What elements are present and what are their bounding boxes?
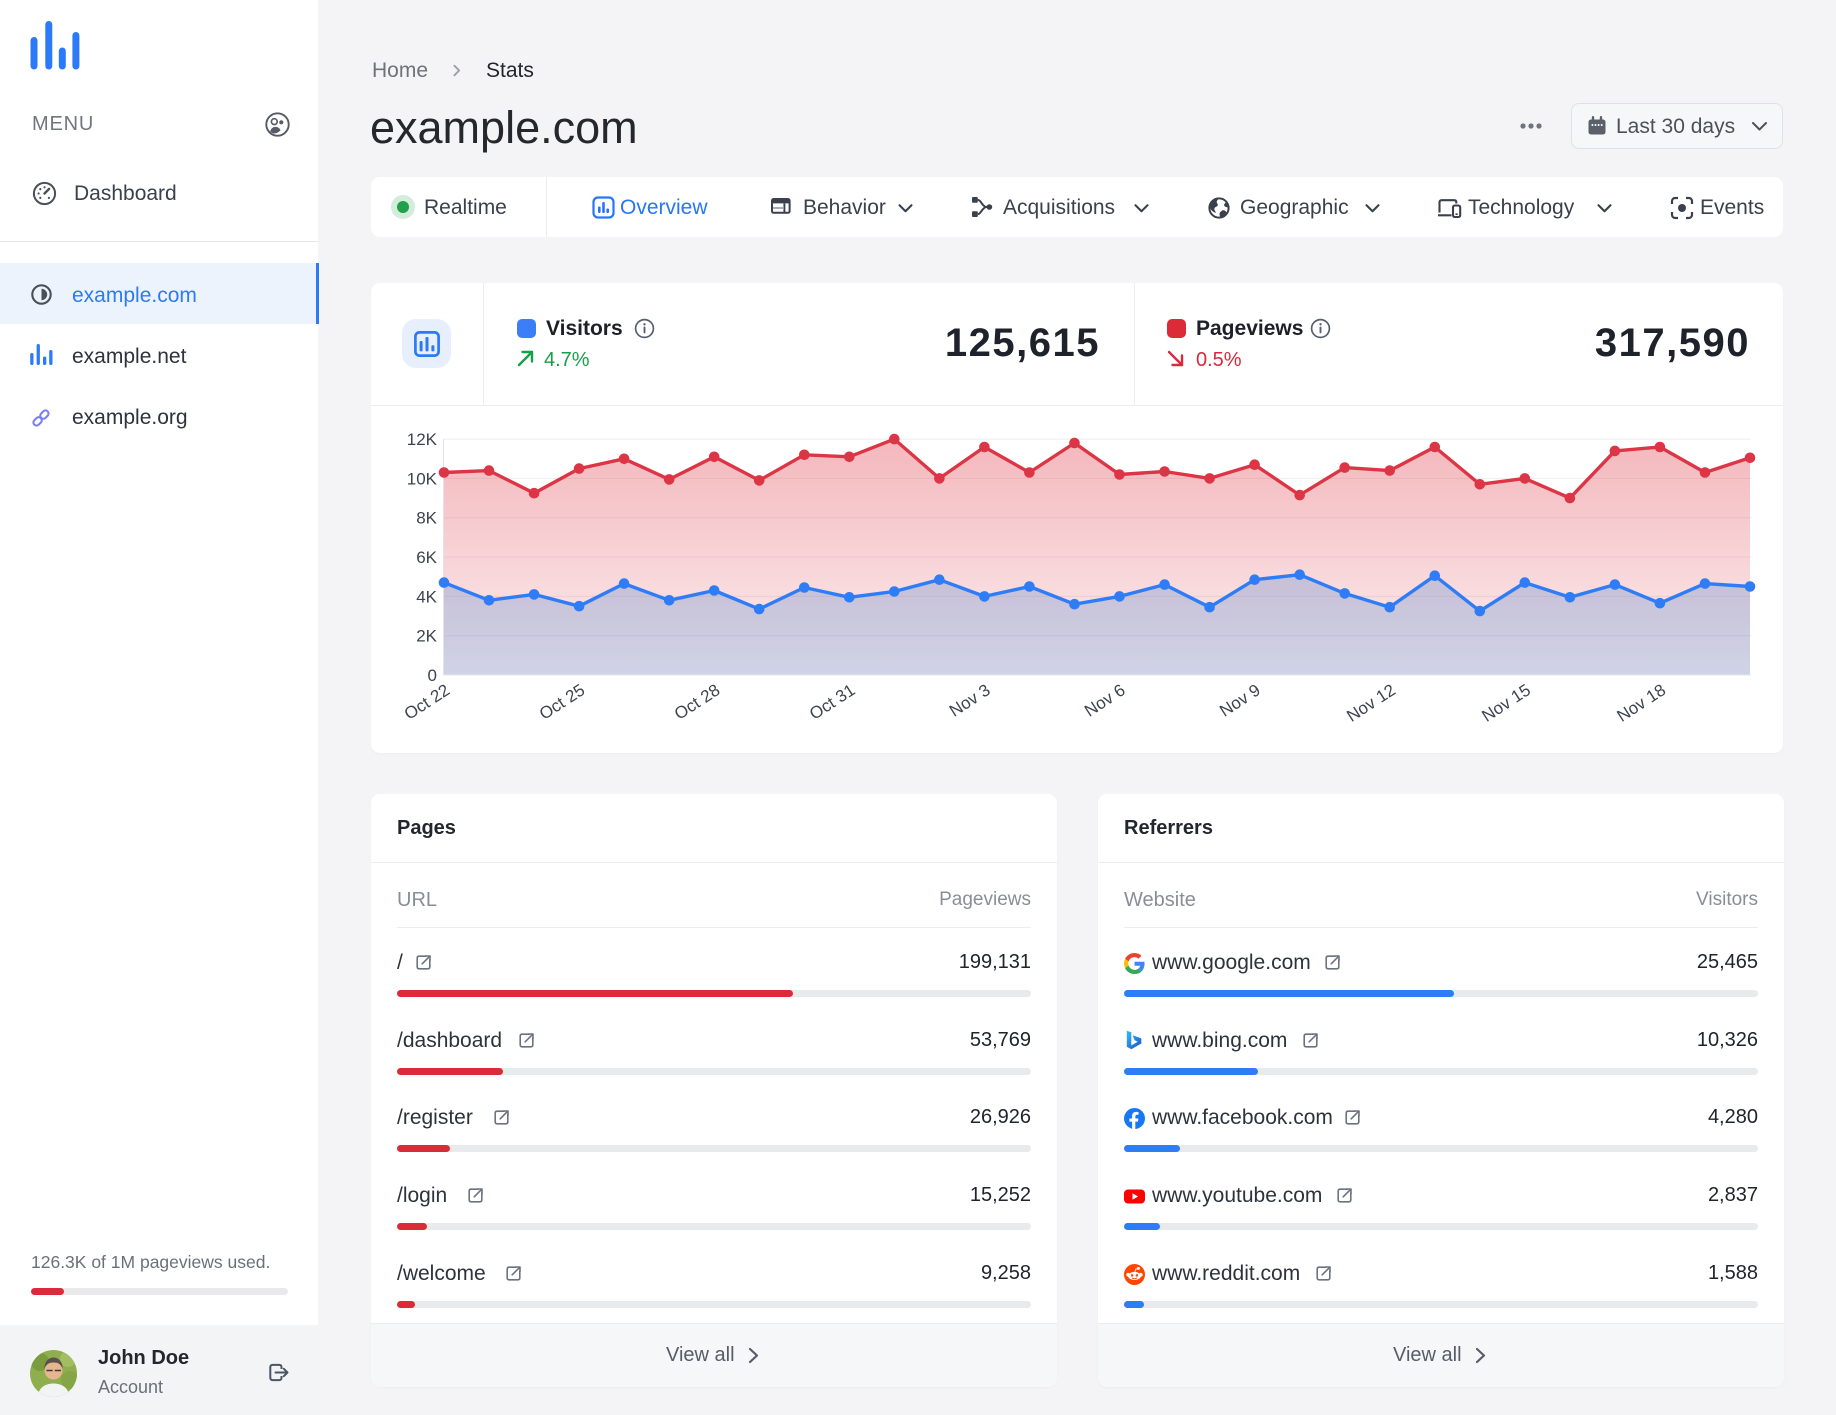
svg-text:Nov 12: Nov 12	[1343, 680, 1399, 725]
svg-text:Nov 6: Nov 6	[1081, 680, 1129, 720]
svg-text:8K: 8K	[416, 509, 437, 528]
svg-text:Oct 22: Oct 22	[401, 680, 453, 723]
svg-text:Nov 15: Nov 15	[1478, 680, 1534, 725]
svg-text:Oct 25: Oct 25	[536, 680, 588, 723]
svg-text:4K: 4K	[416, 587, 437, 606]
svg-text:Oct 28: Oct 28	[671, 680, 723, 723]
svg-text:12K: 12K	[407, 430, 438, 449]
svg-text:Nov 3: Nov 3	[946, 680, 994, 720]
svg-text:2K: 2K	[416, 627, 437, 646]
svg-text:6K: 6K	[416, 548, 437, 567]
svg-text:0: 0	[428, 666, 437, 685]
svg-text:Nov 18: Nov 18	[1614, 680, 1670, 725]
svg-text:Oct 31: Oct 31	[806, 680, 858, 723]
svg-text:10K: 10K	[407, 469, 438, 488]
svg-text:Nov 9: Nov 9	[1216, 680, 1264, 720]
